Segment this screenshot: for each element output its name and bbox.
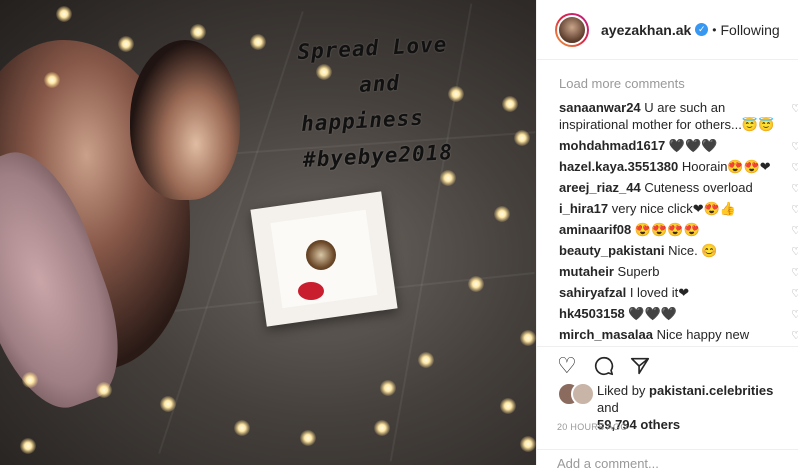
comment-like-icon[interactable]: ♡ xyxy=(791,307,798,324)
comment-text: Nice. 😊 xyxy=(668,243,718,258)
liker-avatars[interactable] xyxy=(557,382,597,406)
avatar[interactable] xyxy=(555,12,589,47)
child-figure xyxy=(130,40,240,200)
comment-username[interactable]: mohdahmad1617 xyxy=(559,138,665,153)
verified-icon: ✓ xyxy=(695,23,709,36)
comments-list[interactable]: Load more comments sanaanwar24 U are suc… xyxy=(537,60,798,346)
post-header: ayezakhan.ak ✓ • Following xyxy=(537,0,798,60)
comment-item: mirch_masalaa Nice happy new year ♡ xyxy=(537,326,798,346)
liker-username[interactable]: pakistani.celebrities xyxy=(649,383,773,398)
post-sidebar: ayezakhan.ak ✓ • Following Load more com… xyxy=(536,0,798,471)
comment-username[interactable]: aminaarif08 xyxy=(559,222,631,237)
comment-bubble-icon[interactable] xyxy=(593,355,615,381)
load-more-comments[interactable]: Load more comments xyxy=(537,60,798,92)
comment-item: beauty_pakistani Nice. 😊 ♡ xyxy=(537,242,798,259)
comment-username[interactable]: hazel.kaya.3551380 xyxy=(559,159,678,174)
comment-text: 🖤🖤🖤 xyxy=(628,306,677,321)
comment-item: mohdahmad1617 🖤🖤🖤 ♡ xyxy=(537,137,798,154)
comment-item: i_hira17 very nice click❤😍👍 ♡ xyxy=(537,200,798,217)
comment-username[interactable]: beauty_pakistani xyxy=(559,243,665,258)
comment-item: sanaanwar24 U are such an inspirational … xyxy=(537,99,798,133)
heart-outline-icon[interactable]: ♡ xyxy=(557,355,577,377)
comment-item: mutaheir Superb ♡ xyxy=(537,263,798,280)
comment-item: areej_riaz_44 Cuteness overload ♡ xyxy=(537,179,798,196)
comment-like-icon[interactable]: ♡ xyxy=(791,244,798,261)
comment-text: Hoorain😍😍❤ xyxy=(681,159,771,174)
post-timestamp[interactable]: 20 HOURS AGO xyxy=(557,422,628,432)
comment-like-icon[interactable]: ♡ xyxy=(791,223,798,240)
comment-text: 😍😍😍😍 xyxy=(634,222,700,237)
share-arrow-icon[interactable] xyxy=(629,355,651,381)
comment-username[interactable]: areej_riaz_44 xyxy=(559,180,641,195)
comment-like-icon[interactable]: ♡ xyxy=(791,160,798,177)
comment-item: aminaarif08 😍😍😍😍 ♡ xyxy=(537,221,798,238)
comment-username[interactable]: mirch_masalaa xyxy=(559,327,653,342)
comment-like-icon[interactable]: ♡ xyxy=(791,328,798,345)
likes-prefix: Liked by xyxy=(597,383,650,398)
comment-username[interactable]: hk4503158 xyxy=(559,306,625,321)
comment-username[interactable]: sahiryafzal xyxy=(559,285,626,300)
strawberry-sauce xyxy=(298,282,324,300)
comment-like-icon[interactable]: ♡ xyxy=(791,139,798,156)
separator-dot: • xyxy=(712,22,717,37)
comment-like-icon[interactable]: ♡ xyxy=(791,101,798,118)
comment-username[interactable]: mutaheir xyxy=(559,264,614,279)
author-username[interactable]: ayezakhan.ak xyxy=(601,22,691,38)
add-comment-input[interactable]: Add a comment... xyxy=(537,449,798,471)
comment-like-icon[interactable]: ♡ xyxy=(791,265,798,282)
comment-username[interactable]: sanaanwar24 xyxy=(559,100,641,115)
following-button[interactable]: Following xyxy=(721,22,780,38)
comment-text: very nice click❤😍👍 xyxy=(611,201,736,216)
photo-overlay-text: Spread Love and happiness #byebye2018 xyxy=(296,22,533,178)
comment-like-icon[interactable]: ♡ xyxy=(791,202,798,219)
comment-like-icon[interactable]: ♡ xyxy=(791,181,798,198)
comment-item: sahiryafzal I loved it❤ ♡ xyxy=(537,284,798,301)
dessert xyxy=(306,240,336,270)
comment-item: hazel.kaya.3551380 Hoorain😍😍❤ ♡ xyxy=(537,158,798,175)
post-actions: ♡ xyxy=(537,346,798,383)
post-photo[interactable]: Spread Love and happiness #byebye2018 xyxy=(0,0,536,465)
comment-text: Superb xyxy=(617,264,660,279)
comment-text: Cuteness overload xyxy=(644,180,753,195)
comment-text: 🖤🖤🖤 xyxy=(668,138,718,153)
comment-username[interactable]: i_hira17 xyxy=(559,201,608,216)
comment-like-icon[interactable]: ♡ xyxy=(791,286,798,303)
likes-and: and xyxy=(597,400,619,415)
comment-item: hk4503158 🖤🖤🖤 ♡ xyxy=(537,305,798,322)
comment-text: I loved it❤ xyxy=(629,285,690,300)
